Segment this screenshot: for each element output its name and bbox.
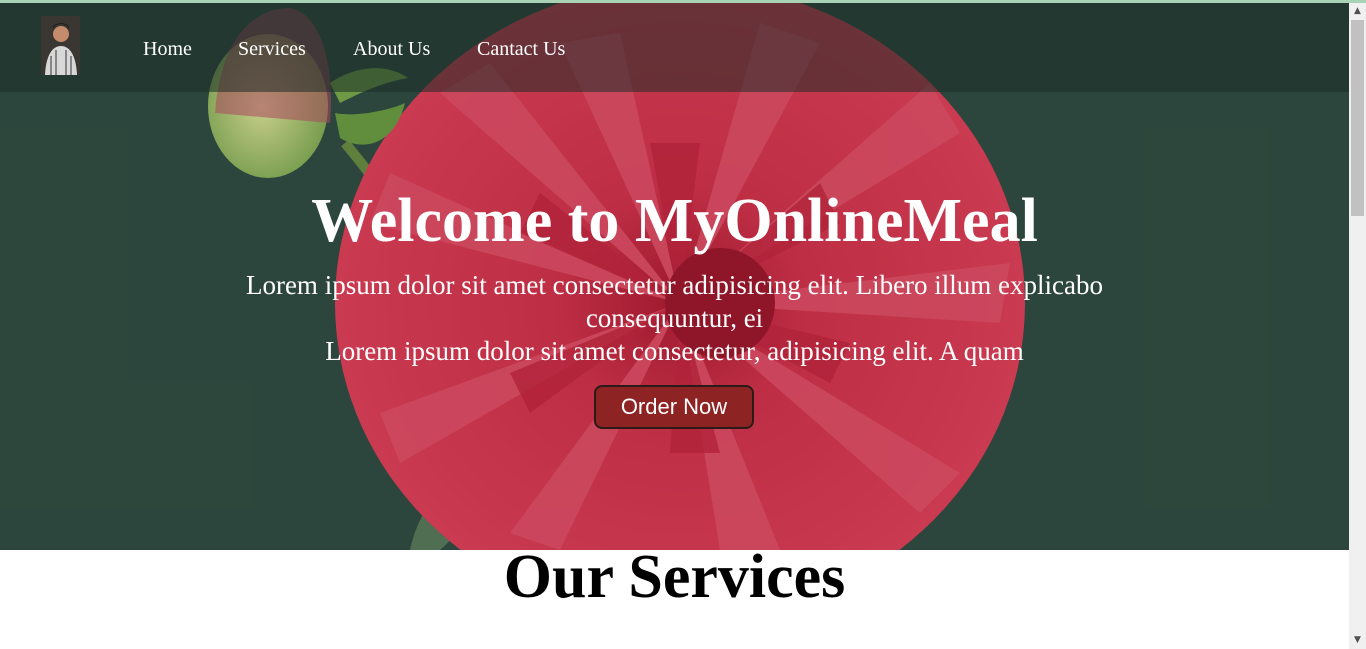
page: Home Services About Us Cantact Us Welcom… [0, 3, 1349, 649]
nav-home-link[interactable]: Home [143, 37, 192, 61]
hero-section: Home Services About Us Cantact Us Welcom… [0, 3, 1349, 550]
nav-contact-link[interactable]: Cantact Us [477, 37, 565, 61]
hero-description: Lorem ipsum dolor sit amet consectetur a… [200, 269, 1149, 368]
profile-avatar-icon[interactable] [41, 16, 80, 75]
order-now-button[interactable]: Order Now [594, 385, 754, 429]
scroll-up-icon[interactable]: ▲ [1349, 3, 1366, 20]
nav-about-link[interactable]: About Us [353, 37, 430, 61]
hero-title: Welcome to MyOnlineMeal [311, 187, 1038, 255]
vertical-scrollbar[interactable]: ▲ ▼ [1349, 3, 1366, 649]
scrollbar-thumb[interactable] [1351, 20, 1364, 216]
navbar: Home Services About Us Cantact Us [0, 3, 1349, 92]
hero-text-line-1: Lorem ipsum dolor sit amet consectetur a… [245, 270, 1104, 333]
nav-services-link[interactable]: Services [238, 37, 306, 61]
services-heading: Our Services [503, 543, 846, 611]
hero-text-line-2: Lorem ipsum dolor sit amet consectetur, … [325, 336, 1024, 366]
scroll-down-icon[interactable]: ▼ [1349, 632, 1366, 649]
